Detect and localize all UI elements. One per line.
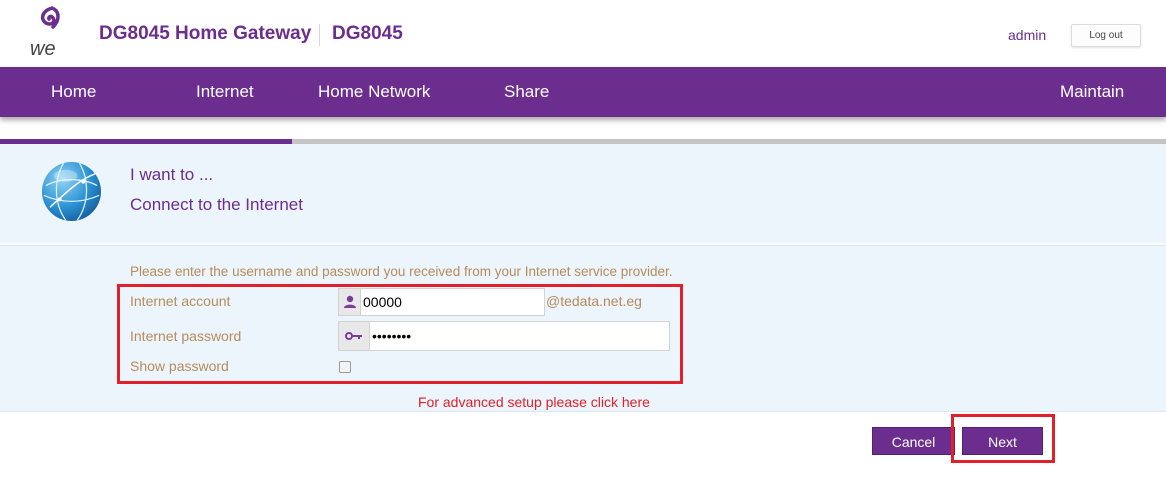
device-model: DG8045 (332, 23, 403, 44)
advanced-setup-link[interactable]: For advanced setup please click here (418, 394, 650, 410)
we-logo: we (30, 6, 60, 59)
main-nav: Home Internet Home Network Share Maintai… (0, 67, 1166, 117)
nav-item-home[interactable]: Home (51, 67, 96, 117)
cancel-button[interactable]: Cancel (872, 427, 955, 455)
user-name[interactable]: admin (1008, 27, 1046, 43)
svg-text:we: we (30, 38, 56, 59)
page-title: DG8045 Home Gateway (99, 23, 312, 44)
title-divider (319, 24, 320, 46)
globe-icon (41, 161, 102, 222)
intro-heading: I want to ... (130, 165, 214, 184)
nav-item-home-network[interactable]: Home Network (318, 67, 430, 117)
form-instruction: Please enter the username and password y… (130, 264, 673, 279)
nav-item-maintain[interactable]: Maintain (1060, 67, 1124, 117)
intro-subheading: Connect to the Internet (130, 195, 303, 214)
logout-button[interactable]: Log out (1071, 24, 1141, 47)
intro-panel: I want to ... Connect to the Internet (0, 144, 1166, 243)
highlight-box-credentials (117, 284, 683, 384)
highlight-box-next (951, 414, 1055, 463)
nav-item-internet[interactable]: Internet (196, 67, 254, 117)
header: we DG8045 Home Gateway DG8045 admin Log … (0, 0, 1166, 67)
nav-item-share[interactable]: Share (504, 67, 549, 117)
router-setup-page: we DG8045 Home Gateway DG8045 admin Log … (0, 0, 1166, 480)
